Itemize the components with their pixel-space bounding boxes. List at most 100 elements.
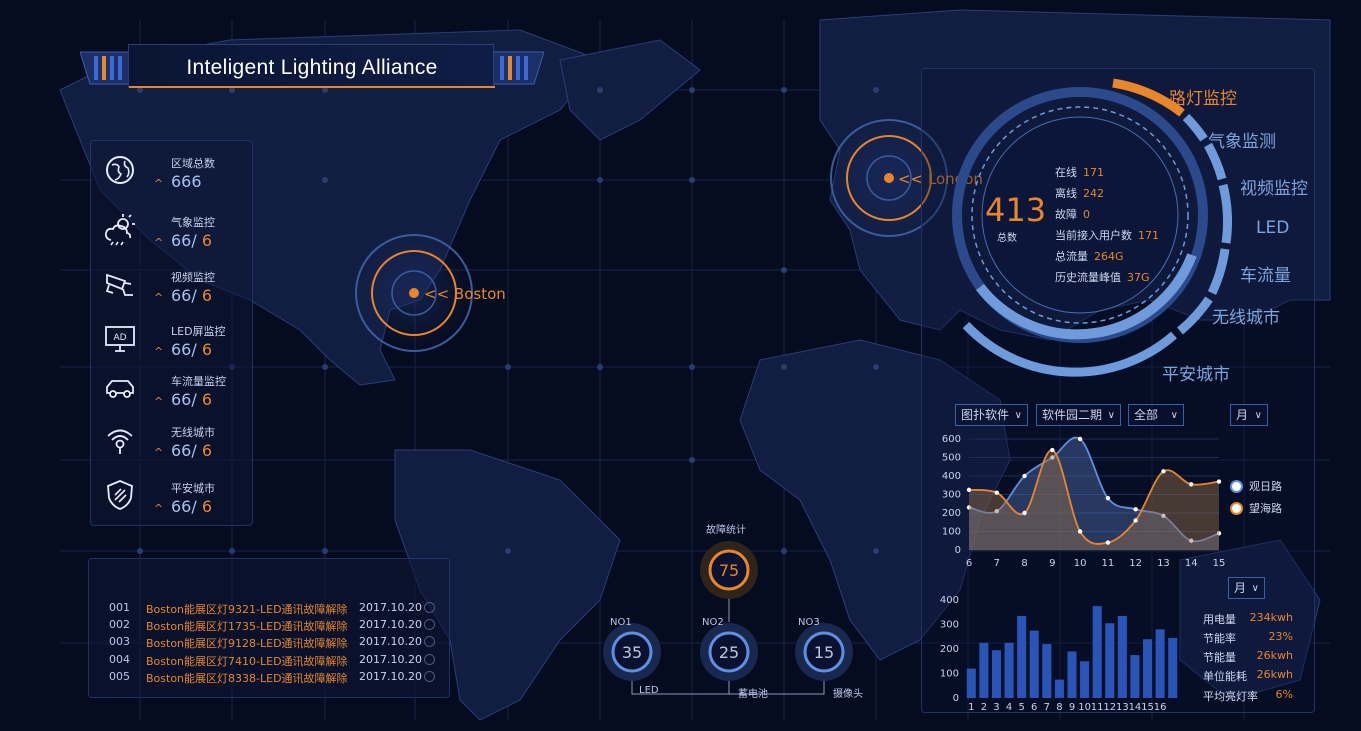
bar[interactable]: [1067, 651, 1077, 698]
y-tick-label: 600: [942, 434, 961, 445]
ring-segment-traffic[interactable]: [1207, 248, 1230, 295]
data-point[interactable]: [1077, 529, 1083, 534]
ring-label-safecity[interactable]: 平安城市: [1162, 360, 1230, 385]
bar[interactable]: [1155, 629, 1165, 698]
data-point[interactable]: [1022, 510, 1027, 516]
ring-segment-led[interactable]: [1218, 183, 1233, 244]
stat-value: 66/ 6: [171, 286, 213, 305]
data-point[interactable]: [1105, 540, 1111, 545]
data-point[interactable]: [1077, 436, 1083, 442]
stat-safe-city[interactable]: 平安城市 ^ 66/ 6: [91, 474, 254, 524]
info-fault: 故障 0: [1055, 208, 1090, 221]
bar[interactable]: [966, 668, 976, 698]
scope-select[interactable]: 全部 ∨: [1128, 404, 1184, 426]
item-number: 003: [109, 635, 130, 648]
info-icon[interactable]: [424, 602, 435, 613]
stat-value: 66/ 6: [171, 497, 213, 516]
item-date: 2017.10.20: [359, 670, 422, 683]
up-caret-icon: ^: [154, 345, 164, 358]
software-select[interactable]: 图扑软件 ∨: [955, 404, 1028, 426]
stat-video[interactable]: 视频监控 ^ 66/ 6: [91, 263, 254, 313]
info-online: 在线 171: [1055, 166, 1104, 179]
item-message: Boston能展区灯1735-LED通讯故障解除: [146, 620, 348, 633]
stat-value: 66/ 6: [171, 231, 213, 250]
bar[interactable]: [1029, 630, 1039, 698]
legend-series-2[interactable]: 望海路: [1232, 500, 1282, 516]
data-point[interactable]: [1189, 482, 1194, 487]
item-date: 2017.10.20: [359, 601, 422, 614]
data-point[interactable]: [1161, 469, 1166, 474]
ring-segment-wireless[interactable]: [1177, 296, 1213, 335]
up-caret-icon: ^: [154, 236, 164, 249]
y-tick-label: 300: [942, 490, 961, 501]
bar[interactable]: [1042, 644, 1052, 698]
item-number: 004: [109, 653, 130, 666]
stat-value: 66/ 6: [171, 441, 213, 460]
x-tick-label: 6: [1031, 702, 1037, 713]
bar[interactable]: [1142, 639, 1153, 698]
stat-value: 666: [171, 172, 202, 191]
bar-chart: 01002003004001 2 3 4 5 6 7 8 9 10 11 12 13 14 15 16: [940, 595, 1178, 713]
ring-segment-weather[interactable]: [1182, 113, 1208, 142]
ring-label-traffic[interactable]: 车流量: [1240, 261, 1291, 286]
legend-series-1[interactable]: 观日路: [1232, 478, 1282, 494]
ring-label-streetlight[interactable]: 路灯监控: [1169, 84, 1237, 109]
boston-label[interactable]: << Boston: [424, 285, 506, 303]
period-select-2[interactable]: 月 ∨: [1228, 577, 1265, 599]
chevron-down-icon: ∨: [1107, 410, 1115, 421]
legend-dot: [1232, 482, 1241, 491]
x-tick-label: 3: [993, 702, 999, 713]
bar[interactable]: [1130, 655, 1140, 698]
data-point[interactable]: [1022, 473, 1027, 479]
info-icon[interactable]: [424, 636, 435, 647]
ring-label-led[interactable]: LED: [1256, 218, 1289, 238]
ring-label-video[interactable]: 视频监控: [1240, 174, 1308, 199]
info-icon[interactable]: [424, 619, 435, 630]
bar[interactable]: [1017, 615, 1027, 698]
info-icon[interactable]: [424, 671, 435, 682]
stat-wireless[interactable]: 无线城市 ^ 66/ 6: [91, 418, 254, 468]
x-tick-label: 9: [1049, 558, 1055, 569]
stat-label: 平安城市: [171, 482, 215, 495]
ring-label-wireless[interactable]: 无线城市: [1212, 303, 1280, 328]
bar[interactable]: [979, 642, 989, 698]
bar[interactable]: [1080, 661, 1090, 698]
stat-led-screen[interactable]: AD LED屏监控 ^ 66/ 6: [91, 317, 254, 367]
park-select[interactable]: 软件园二期 ∨: [1036, 404, 1121, 426]
rank-no3: NO3: [798, 617, 820, 628]
data-point[interactable]: [1133, 518, 1138, 523]
stat-weather[interactable]: 气象监控 ^ 66/ 6: [91, 208, 254, 258]
bar[interactable]: [1168, 637, 1178, 698]
ring-label-weather[interactable]: 气象监测: [1208, 127, 1276, 152]
stat-region-total[interactable]: 区域总数 ^ 666: [91, 149, 254, 199]
gauge-no3-value: 15: [813, 643, 835, 662]
bar[interactable]: [991, 650, 1002, 698]
data-point[interactable]: [1105, 496, 1111, 501]
energy-usage: 用电量 234kwh: [1203, 611, 1293, 626]
info-peak: 历史流量峰值 37G: [1055, 271, 1150, 284]
stat-traffic[interactable]: 车流量监控 ^ 66/ 6: [91, 367, 254, 417]
data-point[interactable]: [994, 490, 999, 495]
bar[interactable]: [1054, 679, 1064, 698]
y-tick-label: 400: [942, 471, 961, 482]
info-traffic: 总流量 264G: [1055, 250, 1124, 263]
up-caret-icon: ^: [154, 502, 164, 515]
gauge-no2-value: 25: [718, 643, 740, 662]
title-decoration-right: [492, 51, 544, 85]
bar[interactable]: [1117, 615, 1127, 698]
data-point[interactable]: [966, 487, 972, 493]
info-icon[interactable]: [424, 654, 435, 665]
data-point[interactable]: [1133, 507, 1138, 512]
bar[interactable]: [1092, 606, 1102, 698]
fault-list-panel: 001 Boston能展区灯9321-LED通讯故障解除 2017.10.20 …: [88, 558, 450, 698]
bar[interactable]: [1105, 623, 1115, 698]
period-select[interactable]: 月 ∨: [1230, 404, 1268, 426]
data-point[interactable]: [1050, 447, 1055, 453]
data-point[interactable]: [1216, 479, 1222, 484]
stat-label: 无线城市: [171, 426, 215, 439]
energy-saving-rate: 节能率 23%: [1203, 630, 1293, 645]
y-tick-label: 300: [940, 620, 959, 631]
wireless-icon: [107, 429, 133, 454]
stat-value: 66/ 6: [171, 340, 213, 359]
bar[interactable]: [1004, 642, 1014, 698]
